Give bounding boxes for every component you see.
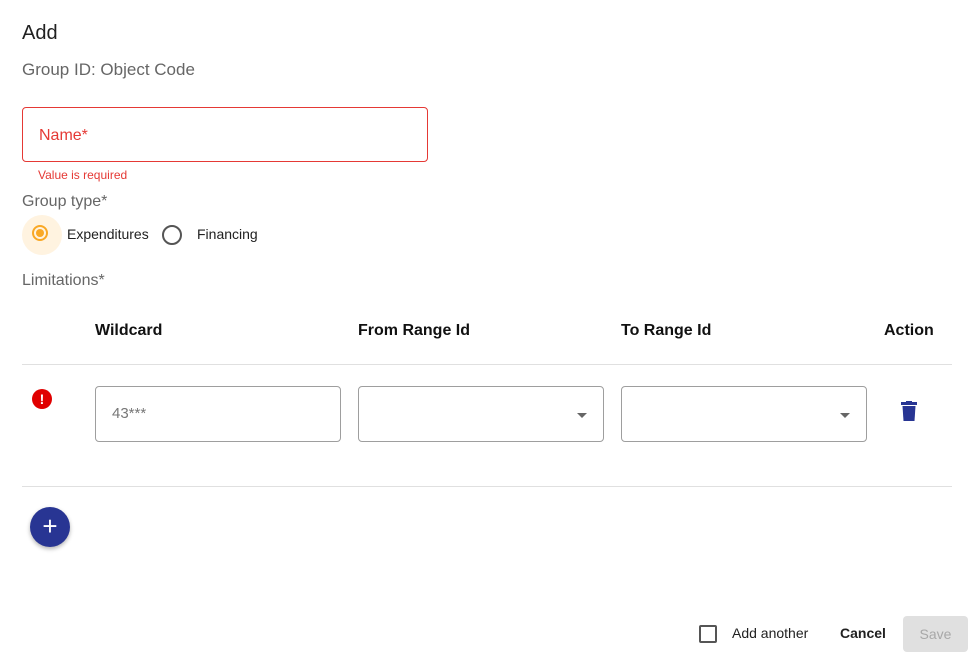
radio-financing-label: Financing bbox=[197, 226, 258, 242]
radio-expenditures-label: Expenditures bbox=[67, 226, 149, 242]
trash-icon[interactable] bbox=[901, 401, 917, 421]
add-another-label: Add another bbox=[732, 625, 809, 641]
plus-icon: + bbox=[42, 511, 58, 541]
save-button[interactable]: Save bbox=[903, 616, 968, 652]
column-header-wildcard: Wildcard bbox=[95, 322, 163, 339]
dialog-subtitle: Group ID: Object Code bbox=[22, 60, 195, 79]
name-error-text: Value is required bbox=[38, 168, 128, 182]
column-header-from-range: From Range Id bbox=[358, 322, 471, 339]
column-header-to-range: To Range Id bbox=[621, 322, 712, 339]
name-field-label: Name* bbox=[39, 127, 88, 144]
add-row-button[interactable]: + bbox=[30, 507, 70, 547]
table-bottom-divider bbox=[22, 486, 952, 487]
group-type-label: Group type* bbox=[22, 193, 108, 210]
caret-down-icon bbox=[840, 413, 850, 418]
wildcard-placeholder: 43*** bbox=[112, 405, 147, 422]
table-divider bbox=[22, 364, 952, 365]
to-range-select[interactable] bbox=[621, 386, 867, 442]
dialog-title: Add bbox=[22, 22, 58, 44]
row-error-icon: ! bbox=[32, 389, 52, 409]
wildcard-input[interactable]: 43*** bbox=[95, 386, 341, 442]
radio-expenditures[interactable] bbox=[22, 215, 62, 255]
limitations-label: Limitations* bbox=[22, 272, 105, 289]
column-header-action: Action bbox=[884, 322, 934, 339]
add-another-checkbox[interactable] bbox=[699, 625, 717, 643]
name-field[interactable]: Name* bbox=[22, 107, 428, 162]
cancel-button[interactable]: Cancel bbox=[840, 625, 886, 641]
radio-selected-icon bbox=[32, 225, 48, 241]
radio-financing[interactable] bbox=[162, 225, 182, 245]
from-range-select[interactable] bbox=[358, 386, 604, 442]
caret-down-icon bbox=[577, 413, 587, 418]
